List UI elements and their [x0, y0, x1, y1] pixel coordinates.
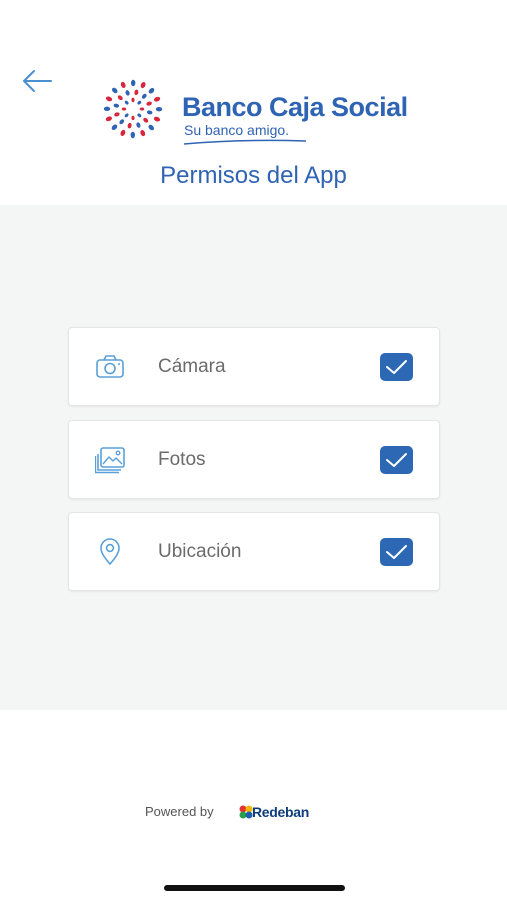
- logo-petal: [155, 106, 163, 112]
- logo-petal: [143, 117, 149, 123]
- logo-petal: [136, 122, 141, 128]
- logo-petal: [111, 87, 118, 94]
- location-permission-checkbox[interactable]: [380, 538, 413, 566]
- logo-petal: [140, 81, 146, 89]
- logo-petal: [130, 79, 136, 87]
- brand-tagline: Su banco amigo.: [184, 122, 290, 138]
- checkmark-icon: [386, 453, 407, 467]
- logo-petal: [105, 116, 112, 122]
- logo-petal: [154, 96, 161, 102]
- brand-name: Banco Caja Social: [182, 92, 408, 122]
- permission-label-location: Ubicación: [158, 541, 242, 562]
- logo-petal: [134, 89, 139, 96]
- page-title: Permisos del App: [160, 162, 347, 189]
- redeban-wordmark: Redeban: [252, 804, 310, 820]
- logo-petal: [137, 100, 142, 105]
- permission-item-location[interactable]: Ubicación: [68, 512, 440, 591]
- logo-petal: [114, 112, 120, 117]
- permission-item-photos[interactable]: Fotos: [68, 420, 440, 499]
- footer: Powered by Redeban: [0, 800, 507, 824]
- logo-petal: [124, 113, 129, 118]
- photos-icon: [95, 447, 125, 474]
- logo-petal: [125, 90, 130, 96]
- logo-petal: [124, 100, 129, 105]
- logo-petal: [148, 87, 155, 94]
- logo-petal: [113, 103, 120, 108]
- logo-petal: [137, 113, 142, 118]
- logo-petal: [131, 115, 135, 121]
- arrow-left-icon[interactable]: [20, 64, 54, 98]
- camera-permission-checkbox[interactable]: [380, 353, 413, 381]
- logo-petal: [105, 96, 113, 102]
- brand-swoosh: [183, 139, 307, 145]
- brand-logo-mark: [103, 79, 163, 139]
- logo-petal: [130, 131, 136, 139]
- logo-petal: [117, 95, 123, 101]
- logo-petal: [111, 124, 118, 131]
- logo-petal: [131, 97, 135, 103]
- powered-by-text: Powered by: [145, 804, 214, 819]
- logo-petal: [146, 110, 153, 115]
- logo-petal: [120, 81, 126, 88]
- logo-petal: [121, 107, 127, 111]
- home-indicator[interactable]: [164, 885, 345, 891]
- permission-label-camera: Cámara: [158, 356, 226, 377]
- logo-petal: [140, 130, 146, 137]
- brand-logo: Banco Caja Social Su banco amigo.: [100, 76, 420, 146]
- checkmark-icon: [386, 545, 407, 559]
- logo-petal: [120, 129, 126, 137]
- checkmark-icon: [386, 360, 407, 374]
- logo-petal: [139, 107, 145, 111]
- logo-petal: [119, 119, 125, 125]
- camera-icon: [96, 355, 124, 378]
- logo-petal: [148, 124, 155, 131]
- back-button[interactable]: [20, 64, 54, 98]
- photos-permission-checkbox[interactable]: [380, 446, 413, 474]
- logo-petal: [127, 122, 132, 129]
- logo-petal: [146, 101, 152, 106]
- logo-petal: [141, 93, 147, 99]
- permission-label-photos: Fotos: [158, 449, 206, 470]
- permission-item-camera[interactable]: Cámara: [68, 327, 440, 406]
- logo-petal: [153, 116, 161, 122]
- logo-petal: [103, 106, 111, 112]
- location-pin-icon: [100, 538, 120, 565]
- permissions-panel: Cámara Fotos Ubicación: [0, 205, 507, 710]
